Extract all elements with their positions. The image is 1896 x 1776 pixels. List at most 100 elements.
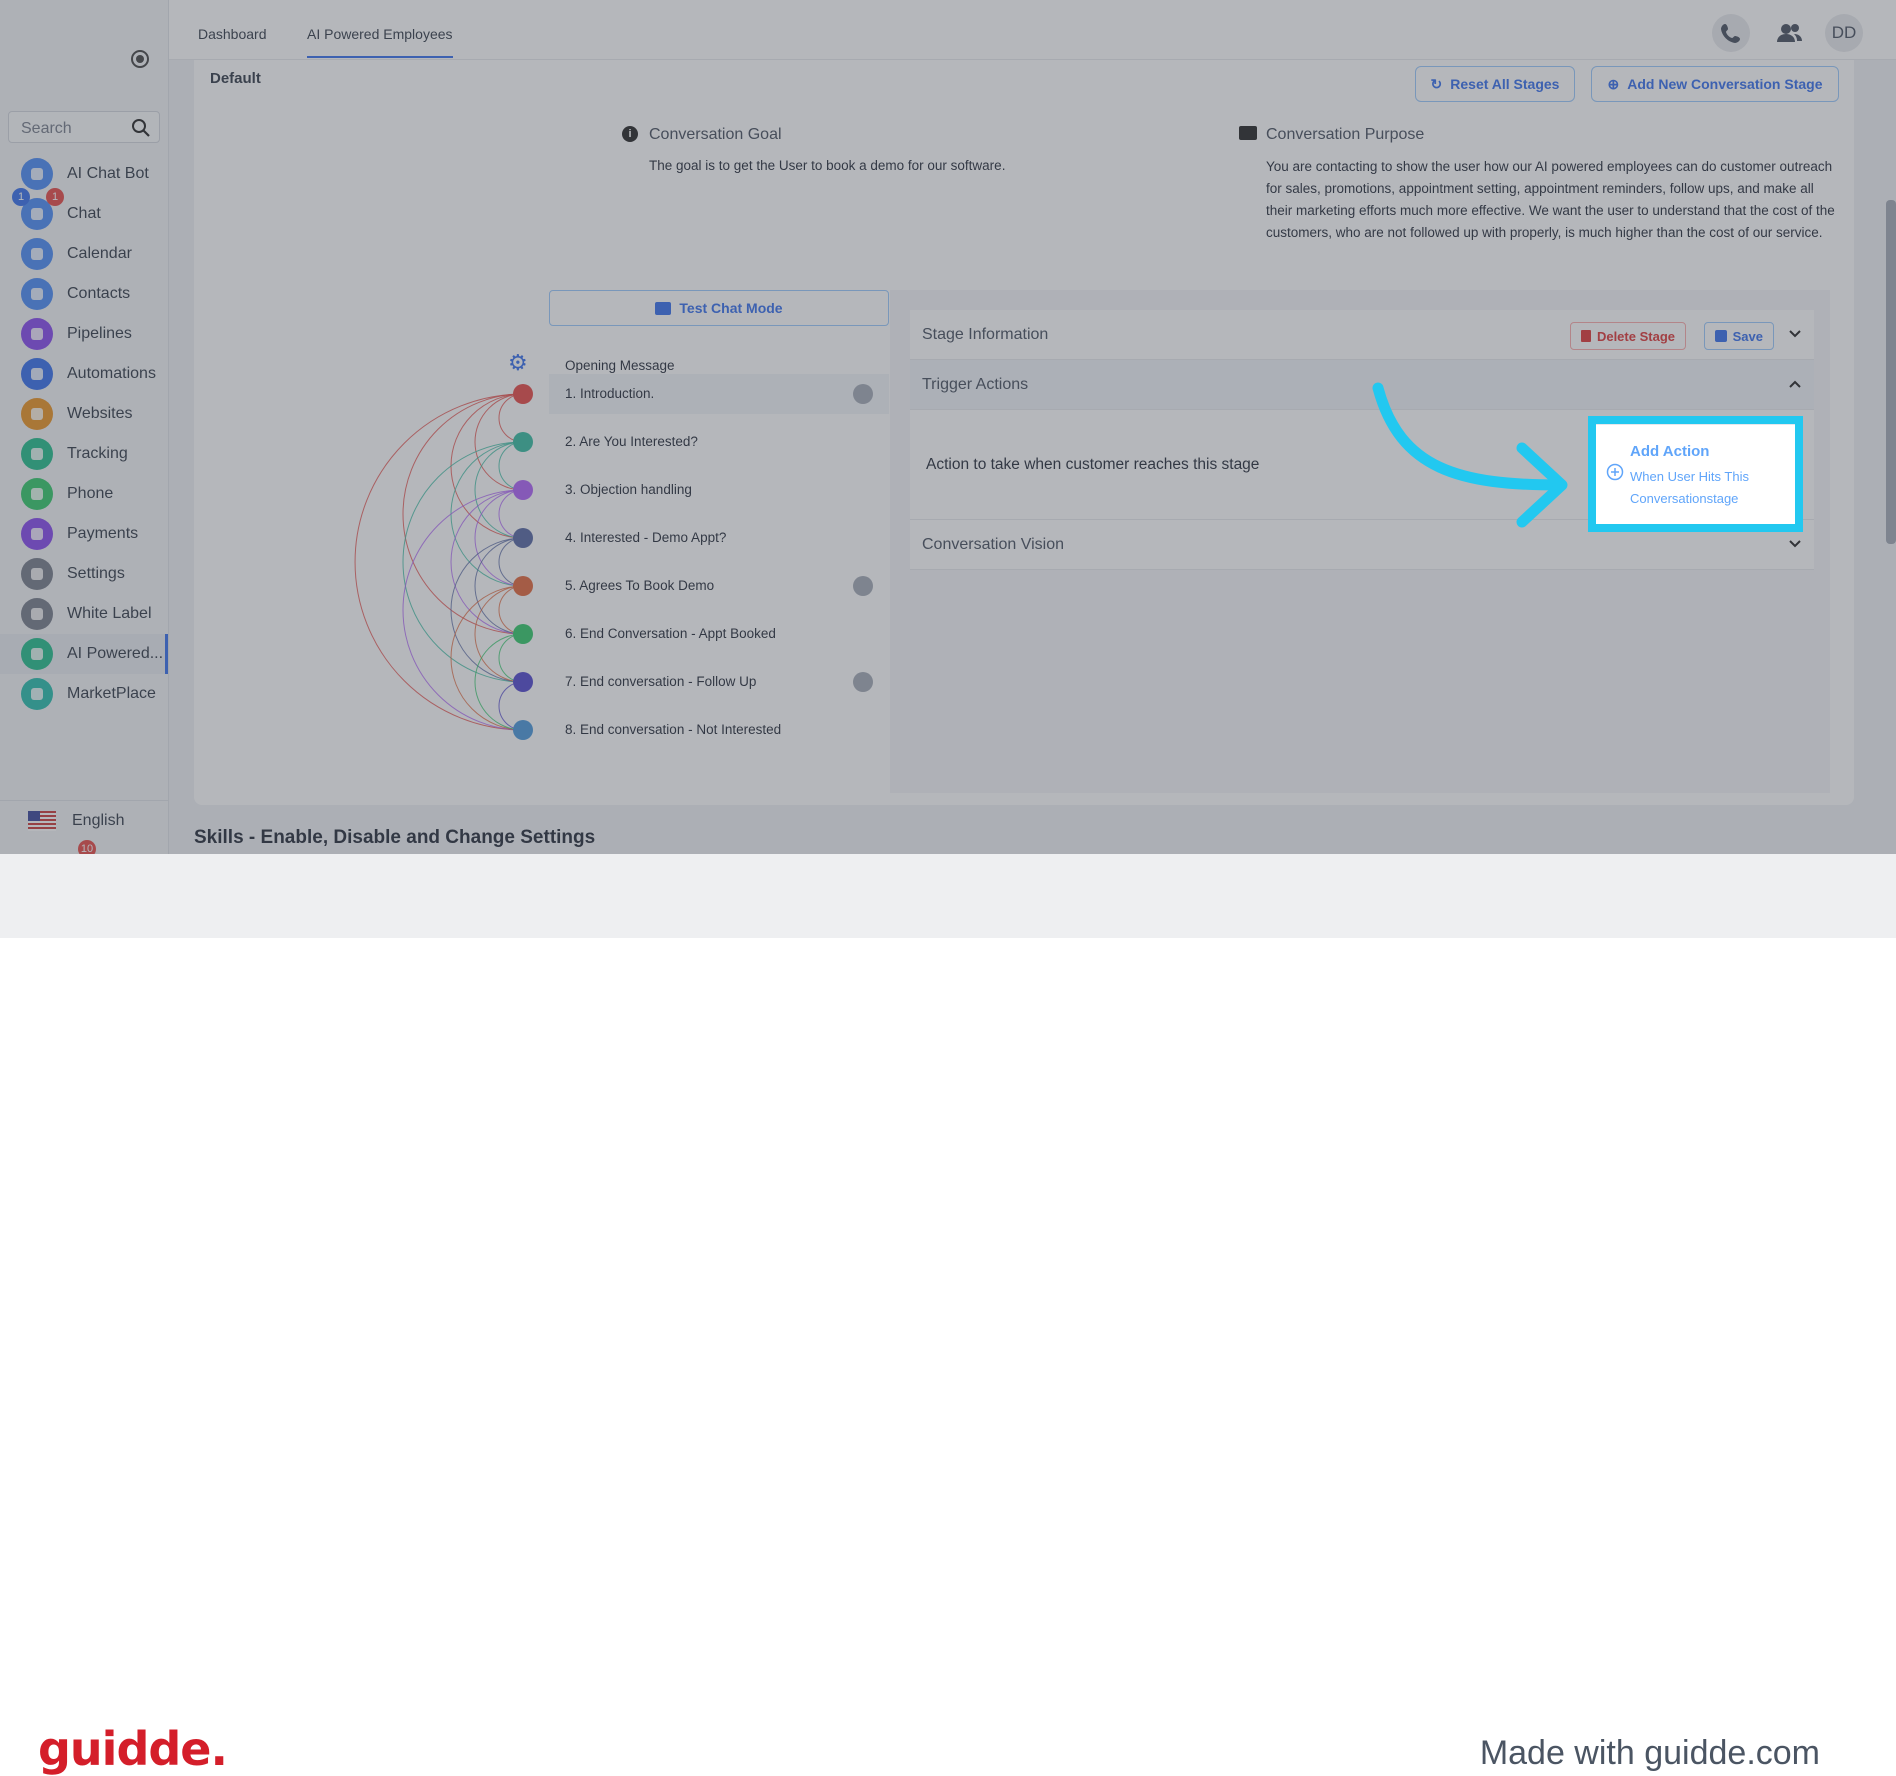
save-button[interactable]: Save bbox=[1703, 322, 1774, 350]
tab-dashboard[interactable]: Dashboard bbox=[198, 26, 267, 42]
sidebar-item-white-label[interactable]: White Label bbox=[0, 594, 168, 634]
calendar-icon[interactable] bbox=[853, 576, 873, 596]
reset-all-stages-button[interactable]: ↻ Reset All Stages bbox=[1415, 66, 1575, 102]
stage-item[interactable]: 2. Are You Interested? bbox=[549, 422, 889, 462]
stage-label: 3. Objection handling bbox=[565, 482, 692, 497]
made-with-label: Made with guidde.com bbox=[1479, 1734, 1820, 1772]
guidde-logo: guidde. bbox=[38, 1722, 228, 1776]
sidebar-item-contacts[interactable]: Contacts bbox=[0, 274, 168, 314]
reset-label: Reset All Stages bbox=[1450, 76, 1560, 92]
delete-stage-button[interactable]: Delete Stage bbox=[1569, 322, 1686, 350]
stage-node[interactable] bbox=[513, 480, 533, 500]
stage-label: 2. Are You Interested? bbox=[565, 434, 698, 449]
stage-information-section[interactable]: Stage Information Delete Stage Save bbox=[910, 310, 1814, 360]
stage-link bbox=[450, 393, 524, 539]
language-label: English bbox=[72, 812, 125, 829]
tag-icon[interactable] bbox=[853, 384, 873, 404]
stage-node[interactable] bbox=[513, 576, 533, 596]
sidebar-item-calendar[interactable]: Calendar bbox=[0, 234, 168, 274]
avatar[interactable]: DD bbox=[1825, 14, 1863, 52]
purpose-text: You are contacting to show the user how … bbox=[1266, 159, 1835, 240]
stage-link bbox=[402, 489, 524, 731]
info-icon: i bbox=[622, 126, 638, 142]
sidebar-item-ai-chat-bot[interactable]: AI Chat Bot bbox=[0, 154, 168, 194]
stage-label: 1. Introduction. bbox=[565, 386, 655, 401]
notification-badge: 10 bbox=[78, 840, 96, 854]
save-label: Save bbox=[1732, 328, 1763, 344]
chevron-down-icon[interactable] bbox=[1788, 327, 1802, 341]
chat-badge-blue: 1 bbox=[12, 188, 30, 206]
sidebar-item-marketplace[interactable]: MarketPlace bbox=[0, 674, 168, 714]
tab-ai-powered-employees[interactable]: AI Powered Employees bbox=[307, 26, 453, 58]
search-placeholder: Search bbox=[21, 120, 72, 137]
sidebar-item-phone[interactable]: Phone bbox=[0, 474, 168, 514]
goal-text: The goal is to get the User to book a de… bbox=[649, 158, 1006, 173]
stage-item[interactable]: 4. Interested - Demo Appt? bbox=[549, 518, 889, 558]
scrollbar[interactable] bbox=[1886, 200, 1896, 544]
chat-bubble-icon bbox=[655, 301, 672, 315]
stage-item[interactable]: 3. Objection handling bbox=[549, 470, 889, 510]
chevron-up-icon[interactable] bbox=[1788, 377, 1802, 391]
test-chat-mode-button[interactable]: Test Chat Mode bbox=[549, 290, 889, 326]
stage-item[interactable]: 5. Agrees To Book Demo bbox=[549, 566, 889, 606]
pointer-arrow-icon bbox=[1372, 382, 1568, 528]
app-window: Search AI Chat Bot Chat Calendar Contacts Pi… bbox=[0, 0, 1896, 854]
bulb-icon bbox=[21, 678, 53, 710]
stage-item[interactable]: 7. End conversation - Follow Up bbox=[549, 662, 889, 702]
sidebar-item-automations[interactable]: Automations bbox=[0, 354, 168, 394]
stage-node[interactable] bbox=[513, 528, 533, 548]
language-selector[interactable]: English bbox=[0, 800, 168, 840]
goal-title: Conversation Goal bbox=[649, 126, 782, 143]
sidebar-item-payments[interactable]: Payments bbox=[0, 514, 168, 554]
radio-icon[interactable] bbox=[131, 50, 149, 68]
stage-node[interactable] bbox=[513, 720, 533, 740]
users-icon bbox=[1777, 24, 1802, 42]
stage-node[interactable] bbox=[513, 672, 533, 692]
sidebar-item-label: Payments bbox=[67, 525, 139, 542]
sidebar-item-ai-powered[interactable]: AI Powered... bbox=[0, 634, 168, 674]
contacts-button[interactable] bbox=[1770, 14, 1808, 52]
stage-item[interactable]: 8. End conversation - Not Interested bbox=[549, 710, 889, 750]
sidebar-item-pipelines[interactable]: Pipelines bbox=[0, 314, 168, 354]
card-icon bbox=[21, 518, 53, 550]
stage-node[interactable] bbox=[513, 384, 533, 404]
sidebar-item-label: AI Chat Bot bbox=[67, 165, 149, 182]
message-icon[interactable] bbox=[853, 672, 873, 692]
search-input[interactable]: Search bbox=[8, 111, 160, 143]
gear-icon[interactable]: ⚙ bbox=[508, 350, 528, 376]
palette-icon bbox=[21, 598, 53, 630]
stage-label: 6. End Conversation - Appt Booked bbox=[565, 626, 776, 641]
stage-item[interactable]: 6. End Conversation - Appt Booked bbox=[549, 614, 889, 654]
sidebar-item-label: Websites bbox=[67, 405, 133, 422]
stage-node[interactable] bbox=[513, 624, 533, 644]
sidebar-item-label: MarketPlace bbox=[67, 685, 156, 702]
stage-label: 5. Agrees To Book Demo bbox=[565, 578, 715, 593]
chevron-down-icon[interactable] bbox=[1788, 537, 1802, 551]
sidebar-item-label: White Label bbox=[67, 605, 152, 622]
phone-button[interactable] bbox=[1712, 14, 1750, 52]
phone-icon bbox=[1721, 24, 1740, 43]
card-title: Default bbox=[210, 70, 261, 87]
stage-item[interactable]: 1. Introduction. bbox=[549, 374, 889, 414]
chat-icon bbox=[1239, 126, 1257, 140]
stage-panel: Stage Information Delete Stage Save Trig… bbox=[890, 290, 1830, 793]
sidebar-item-label: Chat bbox=[67, 205, 101, 222]
stage-label: 4. Interested - Demo Appt? bbox=[565, 530, 727, 545]
sidebar-item-label: Phone bbox=[67, 485, 114, 502]
delete-label: Delete Stage bbox=[1596, 328, 1675, 344]
opening-message[interactable]: Opening Message bbox=[565, 358, 675, 373]
action-description: Action to take when customer reaches thi… bbox=[926, 456, 1260, 473]
chart-icon bbox=[21, 438, 53, 470]
bolt-icon bbox=[21, 158, 53, 190]
sidebar-item-websites[interactable]: Websites bbox=[0, 394, 168, 434]
sidebar-item-label: Pipelines bbox=[67, 325, 132, 342]
trigger-actions-section[interactable]: Trigger Actions bbox=[910, 360, 1814, 410]
stage-info-label: Stage Information bbox=[922, 326, 1049, 343]
stage-node[interactable] bbox=[513, 432, 533, 452]
add-new-stage-button[interactable]: ⊕ Add New Conversation Stage bbox=[1591, 66, 1839, 102]
automation-icon bbox=[21, 358, 53, 390]
sidebar-item-settings[interactable]: Settings bbox=[0, 554, 168, 594]
sidebar-item-label: Calendar bbox=[67, 245, 132, 262]
sidebar-item-tracking[interactable]: Tracking bbox=[0, 434, 168, 474]
add-stage-label: Add New Conversation Stage bbox=[1627, 76, 1823, 92]
